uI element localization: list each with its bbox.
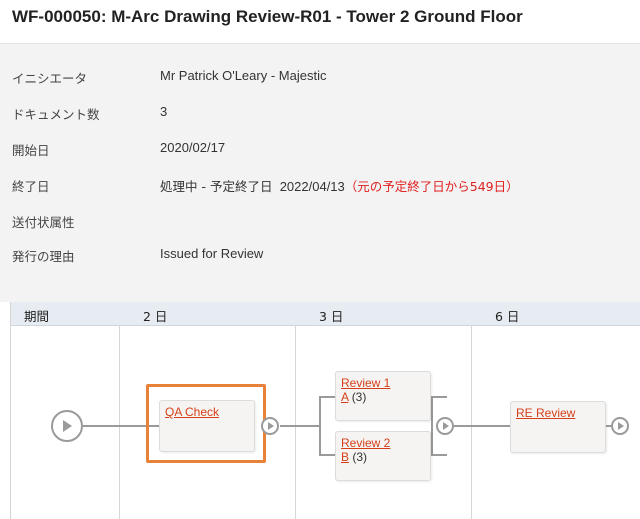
doc-count-label: ドキュメント数 — [12, 107, 100, 122]
task-re-review[interactable]: RE Review — [510, 401, 606, 453]
reason-value: Issued for Review — [160, 246, 264, 261]
transmittal-label: 送付状属性 — [12, 215, 75, 230]
column-header-6: 6 日 — [495, 309, 520, 324]
column-divider — [295, 302, 296, 519]
review-1-group-link[interactable]: A — [341, 390, 348, 404]
column-header-2: 2 日 — [143, 309, 168, 324]
workflow-info-panel: イニシエータ Mr Patrick O'Leary - Majestic ドキュ… — [0, 44, 640, 302]
info-row-doc-count: ドキュメント数 3 — [0, 104, 640, 124]
review-2-link[interactable]: Review 2 — [341, 436, 390, 450]
doc-count-value: 3 — [160, 104, 168, 119]
overdue-warning: （元の予定終了日から549日） — [344, 179, 519, 194]
play-icon — [443, 422, 449, 430]
connector-line — [431, 396, 433, 456]
play-icon — [268, 422, 274, 430]
review-2-docs: B (3) — [341, 450, 367, 464]
info-row-initiator: イニシエータ Mr Patrick O'Leary - Majestic — [0, 68, 640, 88]
connector-line — [280, 425, 320, 427]
info-row-reason: 発行の理由 Issued for Review — [0, 246, 640, 266]
start-date-value: 2020/02/17 — [160, 140, 226, 155]
review-1-link[interactable]: Review 1 — [341, 376, 390, 390]
selected-task-highlight — [146, 384, 266, 463]
review-2-count: (3) — [352, 450, 368, 464]
info-row-start: 開始日 2020/02/17 — [0, 140, 640, 160]
reason-label: 発行の理由 — [12, 249, 75, 264]
task-review-2[interactable]: Review 2 B (3) — [335, 431, 431, 481]
step-node — [436, 417, 454, 435]
connector-line — [431, 454, 447, 456]
end-status: 処理中 - 予定終了日 — [160, 179, 273, 194]
task-review-1[interactable]: Review 1 A (3) — [335, 371, 431, 421]
timeline-header: 期間 2 日 3 日 6 日 — [11, 302, 640, 326]
initiator-value: Mr Patrick O'Leary - Majestic — [160, 68, 327, 83]
re-review-link[interactable]: RE Review — [516, 406, 575, 420]
page-header: WF-000050: M-Arc Drawing Review-R01 - To… — [0, 0, 640, 44]
play-icon — [63, 420, 72, 432]
start-node[interactable] — [51, 410, 83, 442]
workflow-timeline: 期間 2 日 3 日 6 日 QA Check Review 1 A (3) R… — [10, 302, 640, 519]
period-label: 期間 — [24, 309, 50, 324]
end-date-label: 終了日 — [12, 179, 50, 194]
column-divider — [119, 302, 120, 519]
play-icon — [618, 422, 624, 430]
connector-line — [319, 396, 321, 456]
review-1-count: (3) — [351, 390, 367, 404]
initiator-label: イニシエータ — [12, 71, 88, 86]
column-divider — [471, 302, 472, 519]
end-date: 2022/04/13 — [279, 179, 345, 194]
info-row-transmittal: 送付状属性 — [0, 212, 640, 232]
connector-line — [454, 425, 510, 427]
connector-line — [431, 396, 447, 398]
connector-line — [319, 396, 335, 398]
step-node — [611, 417, 629, 435]
step-node — [261, 417, 279, 435]
connector-line — [319, 454, 335, 456]
info-row-end: 終了日 処理中 - 予定終了日 2022/04/13（元の予定終了日から549日… — [0, 176, 640, 196]
start-date-label: 開始日 — [12, 143, 50, 158]
page-title: WF-000050: M-Arc Drawing Review-R01 - To… — [12, 7, 523, 26]
review-1-docs: A (3) — [341, 390, 366, 404]
column-header-3: 3 日 — [319, 309, 344, 324]
review-2-group-link[interactable]: B — [341, 450, 349, 464]
end-date-value: 処理中 - 予定終了日 2022/04/13（元の予定終了日から549日） — [160, 176, 519, 195]
